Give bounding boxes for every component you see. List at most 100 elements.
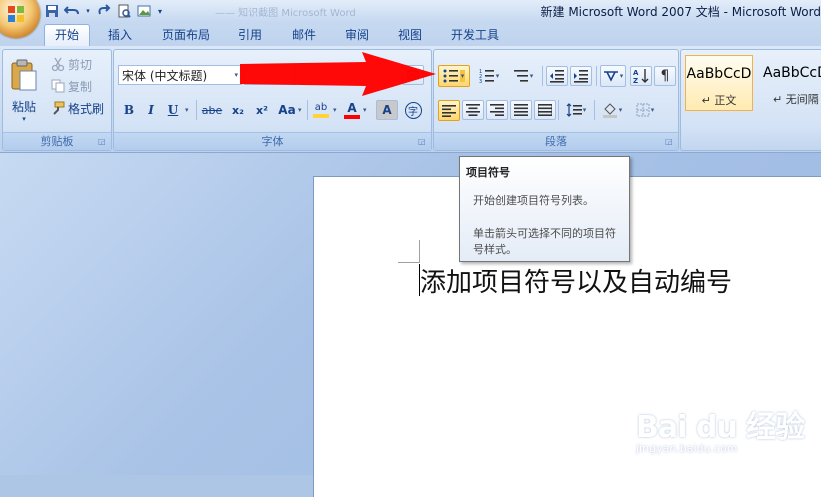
copy-icon	[51, 79, 65, 93]
borders-dropdown-icon[interactable]: ▾	[651, 106, 655, 114]
paragraph-dialog-launcher-icon[interactable]: ◲	[665, 137, 675, 147]
copy-label: 复制	[68, 79, 93, 94]
numbering-dropdown-icon[interactable]: ▾	[496, 72, 500, 80]
font-color-dropdown-icon[interactable]: ▾	[363, 106, 367, 114]
picture-icon[interactable]	[136, 3, 152, 19]
paragraph-group: ▾ 123 ▾ ▾ ▾ AZ ¶ ▾ ▾ ▾ 段落 ◲	[433, 49, 679, 151]
watermark-url: jingyan.baidu.com	[636, 442, 738, 455]
tooltip-title: 项目符号	[466, 166, 510, 179]
styles-group: AaBbCcD ↵ 正文 AaBbCcD ↵ 无间隔	[680, 49, 821, 151]
align-center-button[interactable]	[462, 100, 484, 120]
title-bar: ▾ ▾ —— 知识截图 Microsoft Word 新建 Microsoft …	[0, 0, 821, 38]
tab-home[interactable]: 开始	[44, 24, 91, 47]
distributed-icon	[538, 104, 552, 116]
change-case-dropdown-icon[interactable]: ▾	[298, 106, 302, 114]
borders-icon	[636, 103, 650, 117]
font-color-label: A	[347, 101, 357, 115]
undo-dropdown-icon[interactable]: ▾	[84, 3, 92, 19]
bullets-button[interactable]: ▾	[438, 65, 470, 87]
tab-view[interactable]: 视图	[396, 25, 424, 45]
change-case-button[interactable]: Aa	[276, 100, 298, 120]
numbering-button[interactable]: 123 ▾	[474, 65, 504, 87]
paste-button[interactable]: 粘贴 ▾	[5, 53, 43, 127]
multilevel-list-icon	[513, 70, 528, 82]
underline-dropdown-icon[interactable]: ▾	[185, 106, 189, 114]
align-left-button[interactable]	[438, 100, 460, 121]
increase-indent-icon	[574, 70, 588, 83]
borders-button[interactable]: ▾	[630, 100, 660, 120]
shading-button[interactable]: ▾	[597, 100, 627, 120]
font-color-button[interactable]: A	[342, 100, 362, 120]
multilevel-list-button[interactable]: ▾	[508, 65, 538, 87]
increase-indent-button[interactable]	[570, 66, 592, 86]
bold-button[interactable]: B	[120, 100, 138, 120]
sort-button[interactable]: AZ	[630, 66, 652, 86]
highlight-dropdown-icon[interactable]: ▾	[333, 106, 337, 114]
format-painter-label: 格式刷	[68, 101, 105, 116]
format-painter-button[interactable]: 格式刷	[51, 99, 104, 117]
copy-button[interactable]: 复制	[51, 77, 92, 95]
justify-button[interactable]	[510, 100, 532, 120]
bullets-dropdown-icon[interactable]: ▾	[459, 70, 466, 82]
character-shading-button[interactable]: A	[376, 100, 398, 120]
subscript-button[interactable]: x₂	[228, 100, 248, 120]
enclose-characters-button[interactable]: 字	[403, 100, 423, 120]
tab-page-layout[interactable]: 页面布局	[160, 25, 212, 45]
font-group-label: 字体	[114, 132, 431, 150]
align-center-icon	[466, 104, 480, 116]
print-preview-icon[interactable]	[116, 3, 132, 19]
customize-qat-icon[interactable]: ▾	[156, 3, 164, 19]
tab-insert[interactable]: 插入	[106, 25, 134, 45]
strikethrough-button[interactable]: abe	[200, 100, 224, 120]
clipboard-dialog-launcher-icon[interactable]: ◲	[98, 137, 108, 147]
highlight-button[interactable]: ab	[310, 100, 332, 120]
justify-icon	[514, 104, 528, 116]
clipboard-group-label: 剪贴板	[3, 132, 111, 150]
style-no-spacing[interactable]: AaBbCcD ↵ 无间隔	[759, 55, 821, 111]
chinese-layout-button[interactable]: ▾	[600, 65, 626, 87]
italic-button[interactable]: I	[142, 100, 160, 120]
tab-developer[interactable]: 开发工具	[449, 25, 501, 45]
redo-icon[interactable]	[96, 3, 112, 19]
ribbon-tabs: 开始 插入 页面布局 引用 邮件 审阅 视图 开发工具	[0, 22, 821, 47]
red-arrow-annotation	[240, 52, 436, 96]
show-paragraph-marks-button[interactable]: ¶	[654, 66, 676, 86]
tab-references[interactable]: 引用	[236, 25, 264, 45]
save-icon[interactable]	[44, 3, 60, 19]
tooltip-description: 开始创建项目符号列表。	[473, 194, 594, 207]
office-logo-icon	[8, 6, 24, 22]
undo-icon[interactable]	[64, 3, 80, 19]
multilevel-list-dropdown-icon[interactable]: ▾	[530, 72, 534, 80]
shading-dropdown-icon[interactable]: ▾	[619, 106, 623, 114]
pilcrow-icon: ¶	[660, 68, 670, 84]
document-text[interactable]: 添加项目符号以及自动编号	[420, 262, 732, 299]
style-normal[interactable]: AaBbCcD ↵ 正文	[685, 55, 753, 111]
shading-bucket-icon	[602, 103, 617, 118]
align-right-button[interactable]	[486, 100, 508, 120]
font-dialog-launcher-icon[interactable]: ◲	[418, 137, 428, 147]
margin-corner-mark	[398, 262, 420, 263]
bullets-icon	[443, 69, 458, 83]
font-name-value: 宋体 (中文标题)	[122, 68, 208, 83]
line-spacing-button[interactable]: ▾	[561, 100, 591, 120]
tab-review[interactable]: 审阅	[343, 25, 371, 45]
distributed-button[interactable]	[534, 100, 556, 120]
decrease-indent-icon	[550, 70, 564, 83]
highlight-color-bar	[313, 114, 329, 118]
font-color-bar	[344, 115, 360, 119]
line-spacing-dropdown-icon[interactable]: ▾	[583, 106, 587, 114]
style-preview: AaBbCcD	[686, 66, 752, 82]
format-painter-icon	[53, 101, 65, 115]
svg-text:3: 3	[479, 79, 482, 84]
tab-mailings[interactable]: 邮件	[290, 25, 318, 45]
font-name-select[interactable]: 宋体 (中文标题) ▾	[118, 65, 242, 85]
chinese-layout-dropdown-icon[interactable]: ▾	[620, 72, 624, 80]
chinese-layout-icon	[603, 71, 618, 82]
decrease-indent-button[interactable]	[546, 66, 568, 86]
underline-button[interactable]: U	[164, 100, 182, 120]
paragraph-group-label: 段落	[434, 132, 678, 150]
align-left-icon	[442, 104, 456, 117]
cut-button[interactable]: 剪切	[51, 55, 92, 73]
superscript-button[interactable]: x²	[252, 100, 272, 120]
window-title: 新建 Microsoft Word 2007 文档 - Microsoft Wo…	[540, 5, 821, 19]
